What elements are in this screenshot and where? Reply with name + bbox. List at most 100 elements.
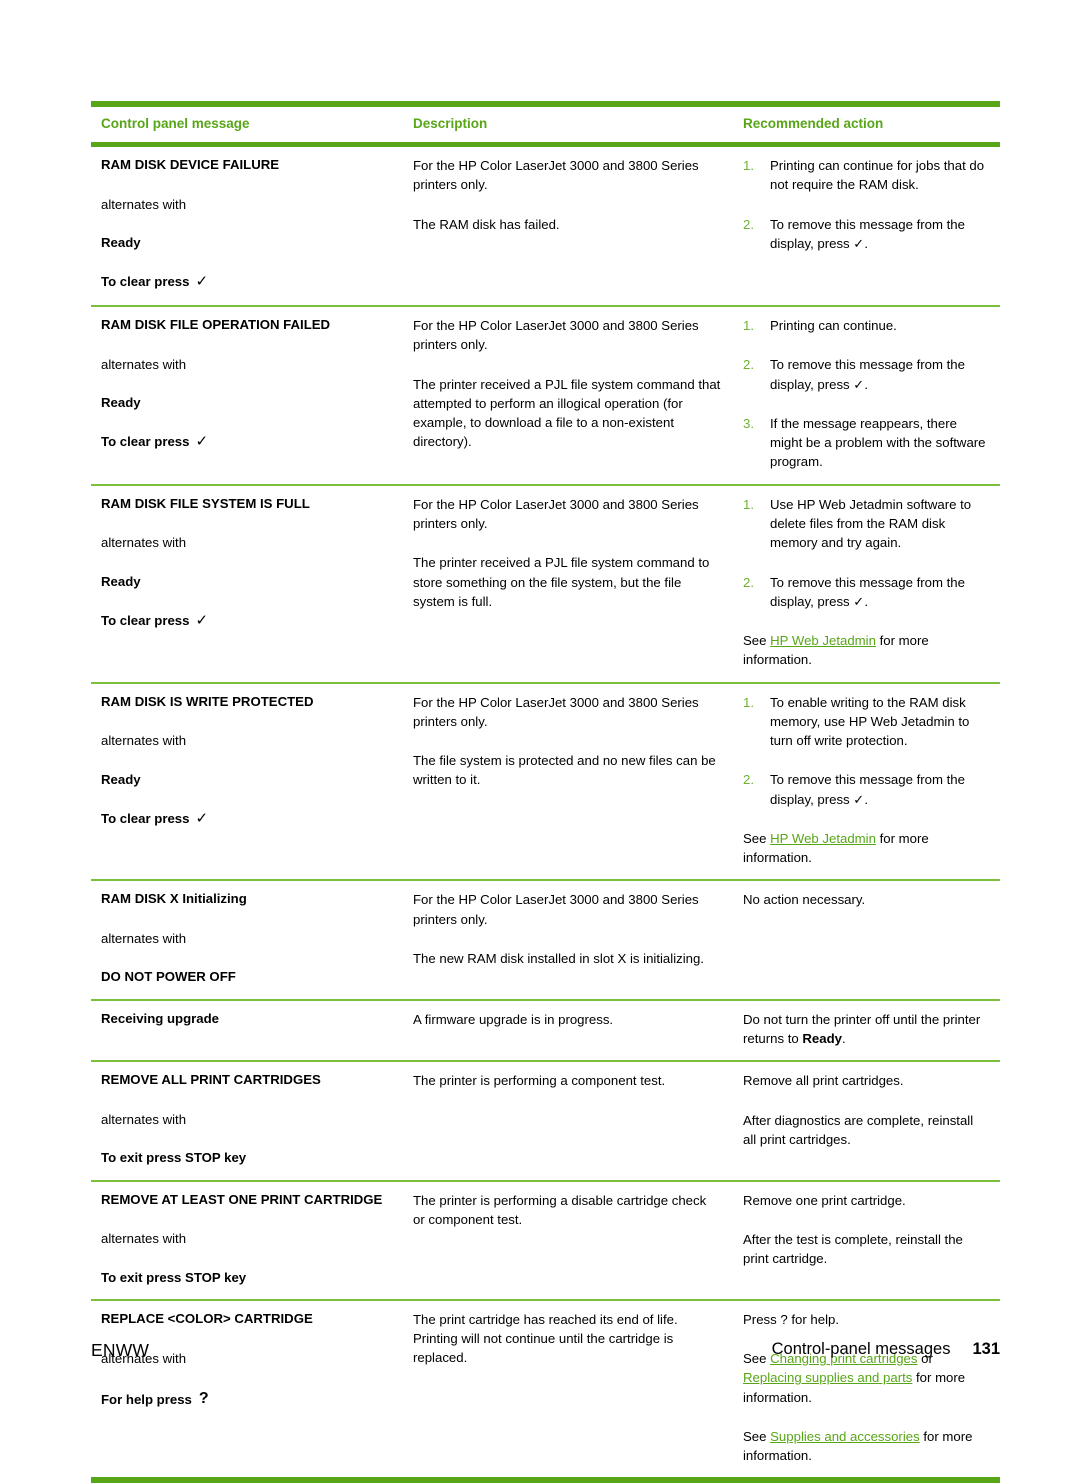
link-hp-web-jetadmin[interactable]: HP Web Jetadmin	[770, 633, 876, 648]
description-paragraph: For the HP Color LaserJet 3000 and 3800 …	[413, 496, 699, 532]
message-name: RAM DISK X Initializing	[101, 891, 247, 907]
message-name: REMOVE AT LEAST ONE PRINT CARTRIDGE	[101, 1191, 383, 1207]
row-message-cell: RAM DISK FILE SYSTEM IS FULL alternates …	[91, 486, 403, 682]
action-paragraph: Press ? for help.	[743, 1311, 840, 1327]
link-supplies-and-accessories[interactable]: Supplies and accessories	[770, 1429, 920, 1444]
table-row: RAM DISK IS WRITE PROTECTED alternates w…	[91, 684, 1000, 880]
table-row: RAM DISK X Initializing alternates with …	[91, 881, 1000, 998]
action-steps: Printing can continue for jobs that do n…	[743, 156, 988, 253]
table-row: REMOVE AT LEAST ONE PRINT CARTRIDGE alte…	[91, 1182, 1000, 1299]
row-message-cell: RAM DISK IS WRITE PROTECTED alternates w…	[91, 684, 403, 880]
row-message-cell: RAM DISK X Initializing alternates with …	[91, 881, 403, 998]
table-header-row: Control panel message Description Recomm…	[91, 107, 1000, 142]
message-name: REPLACE <COLOR> CARTRIDGE	[101, 1310, 313, 1326]
alternates-label: alternates with	[101, 1112, 187, 1127]
clear-instruction: To clear press ✓	[101, 271, 391, 293]
table-row: REMOVE ALL PRINT CARTRIDGES alternates w…	[91, 1062, 1000, 1179]
message-state: To exit press STOP key	[101, 1150, 247, 1166]
link-replacing-supplies-and-parts[interactable]: Replacing supplies and parts	[743, 1370, 912, 1385]
checkmark-icon: ✓	[195, 273, 209, 291]
action-paragraph: Remove all print cartridges.	[743, 1073, 904, 1089]
table-bottom-rule	[91, 1477, 1000, 1483]
message-state: For help press?	[101, 1387, 391, 1410]
alternates-label: alternates with	[101, 733, 187, 749]
checkmark-icon: ✓	[195, 433, 209, 451]
alternates-label: alternates with	[101, 535, 187, 551]
document-page: Control panel message Description Recomm…	[0, 0, 1080, 1483]
row-action-cell: Use HP Web Jetadmin software to delete f…	[733, 486, 1000, 682]
clear-instruction: To clear press ✓	[101, 431, 391, 453]
description-paragraph: The printer received a PJL file system c…	[413, 555, 710, 609]
row-message-cell: REMOVE AT LEAST ONE PRINT CARTRIDGE alte…	[91, 1182, 403, 1299]
help-label: For help press	[101, 1391, 192, 1407]
alternates-label: alternates with	[101, 196, 187, 212]
row-message-cell: RAM DISK DEVICE FAILURE alternates with …	[91, 147, 403, 305]
question-mark-icon: ?	[198, 1389, 209, 1407]
action-step: Use HP Web Jetadmin software to delete f…	[743, 495, 972, 551]
table-row: RAM DISK FILE SYSTEM IS FULL alternates …	[91, 486, 1000, 682]
row-action-cell: No action necessary.	[733, 881, 1000, 998]
note-prefix: See	[743, 633, 771, 649]
table-row: RAM DISK DEVICE FAILURE alternates with …	[91, 147, 1000, 305]
note-prefix: See	[743, 830, 771, 846]
clear-label: To clear press	[101, 810, 190, 826]
footer-locale: ENWW	[91, 1340, 150, 1360]
note-prefix: See	[743, 1428, 771, 1444]
table-row: Receiving upgrade A firmware upgrade is …	[91, 1001, 1000, 1061]
row-description-cell: For the HP Color LaserJet 3000 and 3800 …	[403, 881, 733, 998]
row-action-cell: To enable writing to the RAM disk memory…	[733, 684, 1000, 880]
row-action-cell: Do not turn the printer off until the pr…	[733, 1001, 1000, 1061]
row-action-cell: Remove one print cartridge. After the te…	[733, 1182, 1000, 1299]
row-description-cell: For the HP Color LaserJet 3000 and 3800 …	[403, 307, 733, 484]
description-paragraph: For the HP Color LaserJet 3000 and 3800 …	[413, 318, 699, 353]
link-hp-web-jetadmin[interactable]: HP Web Jetadmin	[770, 831, 876, 846]
table-row: RAM DISK FILE OPERATION FAILED alternate…	[91, 307, 1000, 484]
row-message-cell: REPLACE <COLOR> CARTRIDGE alternates wit…	[91, 1301, 403, 1478]
alternates-label: alternates with	[101, 931, 187, 947]
clear-instruction: To clear press ✓	[101, 808, 391, 830]
row-description-cell: The printer is performing a disable cart…	[403, 1182, 733, 1299]
message-name: RAM DISK DEVICE FAILURE	[101, 157, 280, 172]
message-state: Ready	[101, 235, 141, 250]
message-state: Ready	[101, 573, 141, 589]
message-state: Ready	[101, 771, 141, 787]
row-description-cell: The printer is performing a component te…	[403, 1062, 733, 1179]
clear-instruction: To clear press ✓	[101, 610, 391, 632]
footer-page-number: 131	[972, 1340, 1000, 1358]
row-description-cell: For the HP Color LaserJet 3000 and 3800 …	[403, 147, 733, 305]
description-paragraph: For the HP Color LaserJet 3000 and 3800 …	[413, 694, 699, 729]
message-name: REMOVE ALL PRINT CARTRIDGES	[101, 1072, 321, 1088]
header-description: Description	[413, 116, 488, 131]
action-note: See HP Web Jetadmin for more information…	[743, 631, 988, 670]
checkmark-icon: ✓	[195, 612, 209, 630]
clear-label: To clear press	[101, 434, 190, 450]
row-description-cell: For the HP Color LaserJet 3000 and 3800 …	[403, 684, 733, 880]
clear-label: To clear press	[101, 613, 190, 629]
action-step: To enable writing to the RAM disk memory…	[743, 693, 970, 749]
row-action-cell: Remove all print cartridges. After diagn…	[733, 1062, 1000, 1179]
action-paragraph: After the test is complete, reinstall th…	[743, 1231, 963, 1267]
action-step: To remove this message from the display,…	[743, 215, 965, 251]
action-steps: Use HP Web Jetadmin software to delete f…	[743, 495, 988, 611]
action-step: Printing can continue for jobs that do n…	[743, 156, 985, 193]
action-step: To remove this message from the display,…	[743, 770, 965, 807]
row-message-cell: Receiving upgrade	[91, 1001, 403, 1061]
table-row: REPLACE <COLOR> CARTRIDGE alternates wit…	[91, 1301, 1000, 1478]
message-state: Ready	[101, 395, 141, 411]
row-message-cell: REMOVE ALL PRINT CARTRIDGES alternates w…	[91, 1062, 403, 1179]
message-name: RAM DISK IS WRITE PROTECTED	[101, 693, 314, 709]
description-paragraph: For the HP Color LaserJet 3000 and 3800 …	[413, 158, 699, 193]
row-action-cell: Printing can continue for jobs that do n…	[733, 147, 1000, 305]
checkmark-icon: ✓	[195, 809, 209, 827]
action-note: See Supplies and accessories for more in…	[743, 1427, 988, 1466]
footer-section-title: Control-panel messages	[771, 1340, 951, 1358]
row-description-cell: A firmware upgrade is in progress.	[403, 1001, 733, 1061]
description-paragraph: The RAM disk has failed.	[413, 216, 560, 232]
description-paragraph: The printer received a PJL file system c…	[413, 376, 721, 450]
control-panel-message-table: Control panel message Description Recomm…	[91, 101, 1000, 1483]
action-paragraph: After diagnostics are complete, reinstal…	[743, 1112, 974, 1147]
header-control-panel-message: Control panel message	[101, 116, 250, 131]
description-paragraph: For the HP Color LaserJet 3000 and 3800 …	[413, 892, 699, 927]
row-description-cell: For the HP Color LaserJet 3000 and 3800 …	[403, 486, 733, 682]
description-paragraph: The printer is performing a component te…	[413, 1073, 666, 1089]
